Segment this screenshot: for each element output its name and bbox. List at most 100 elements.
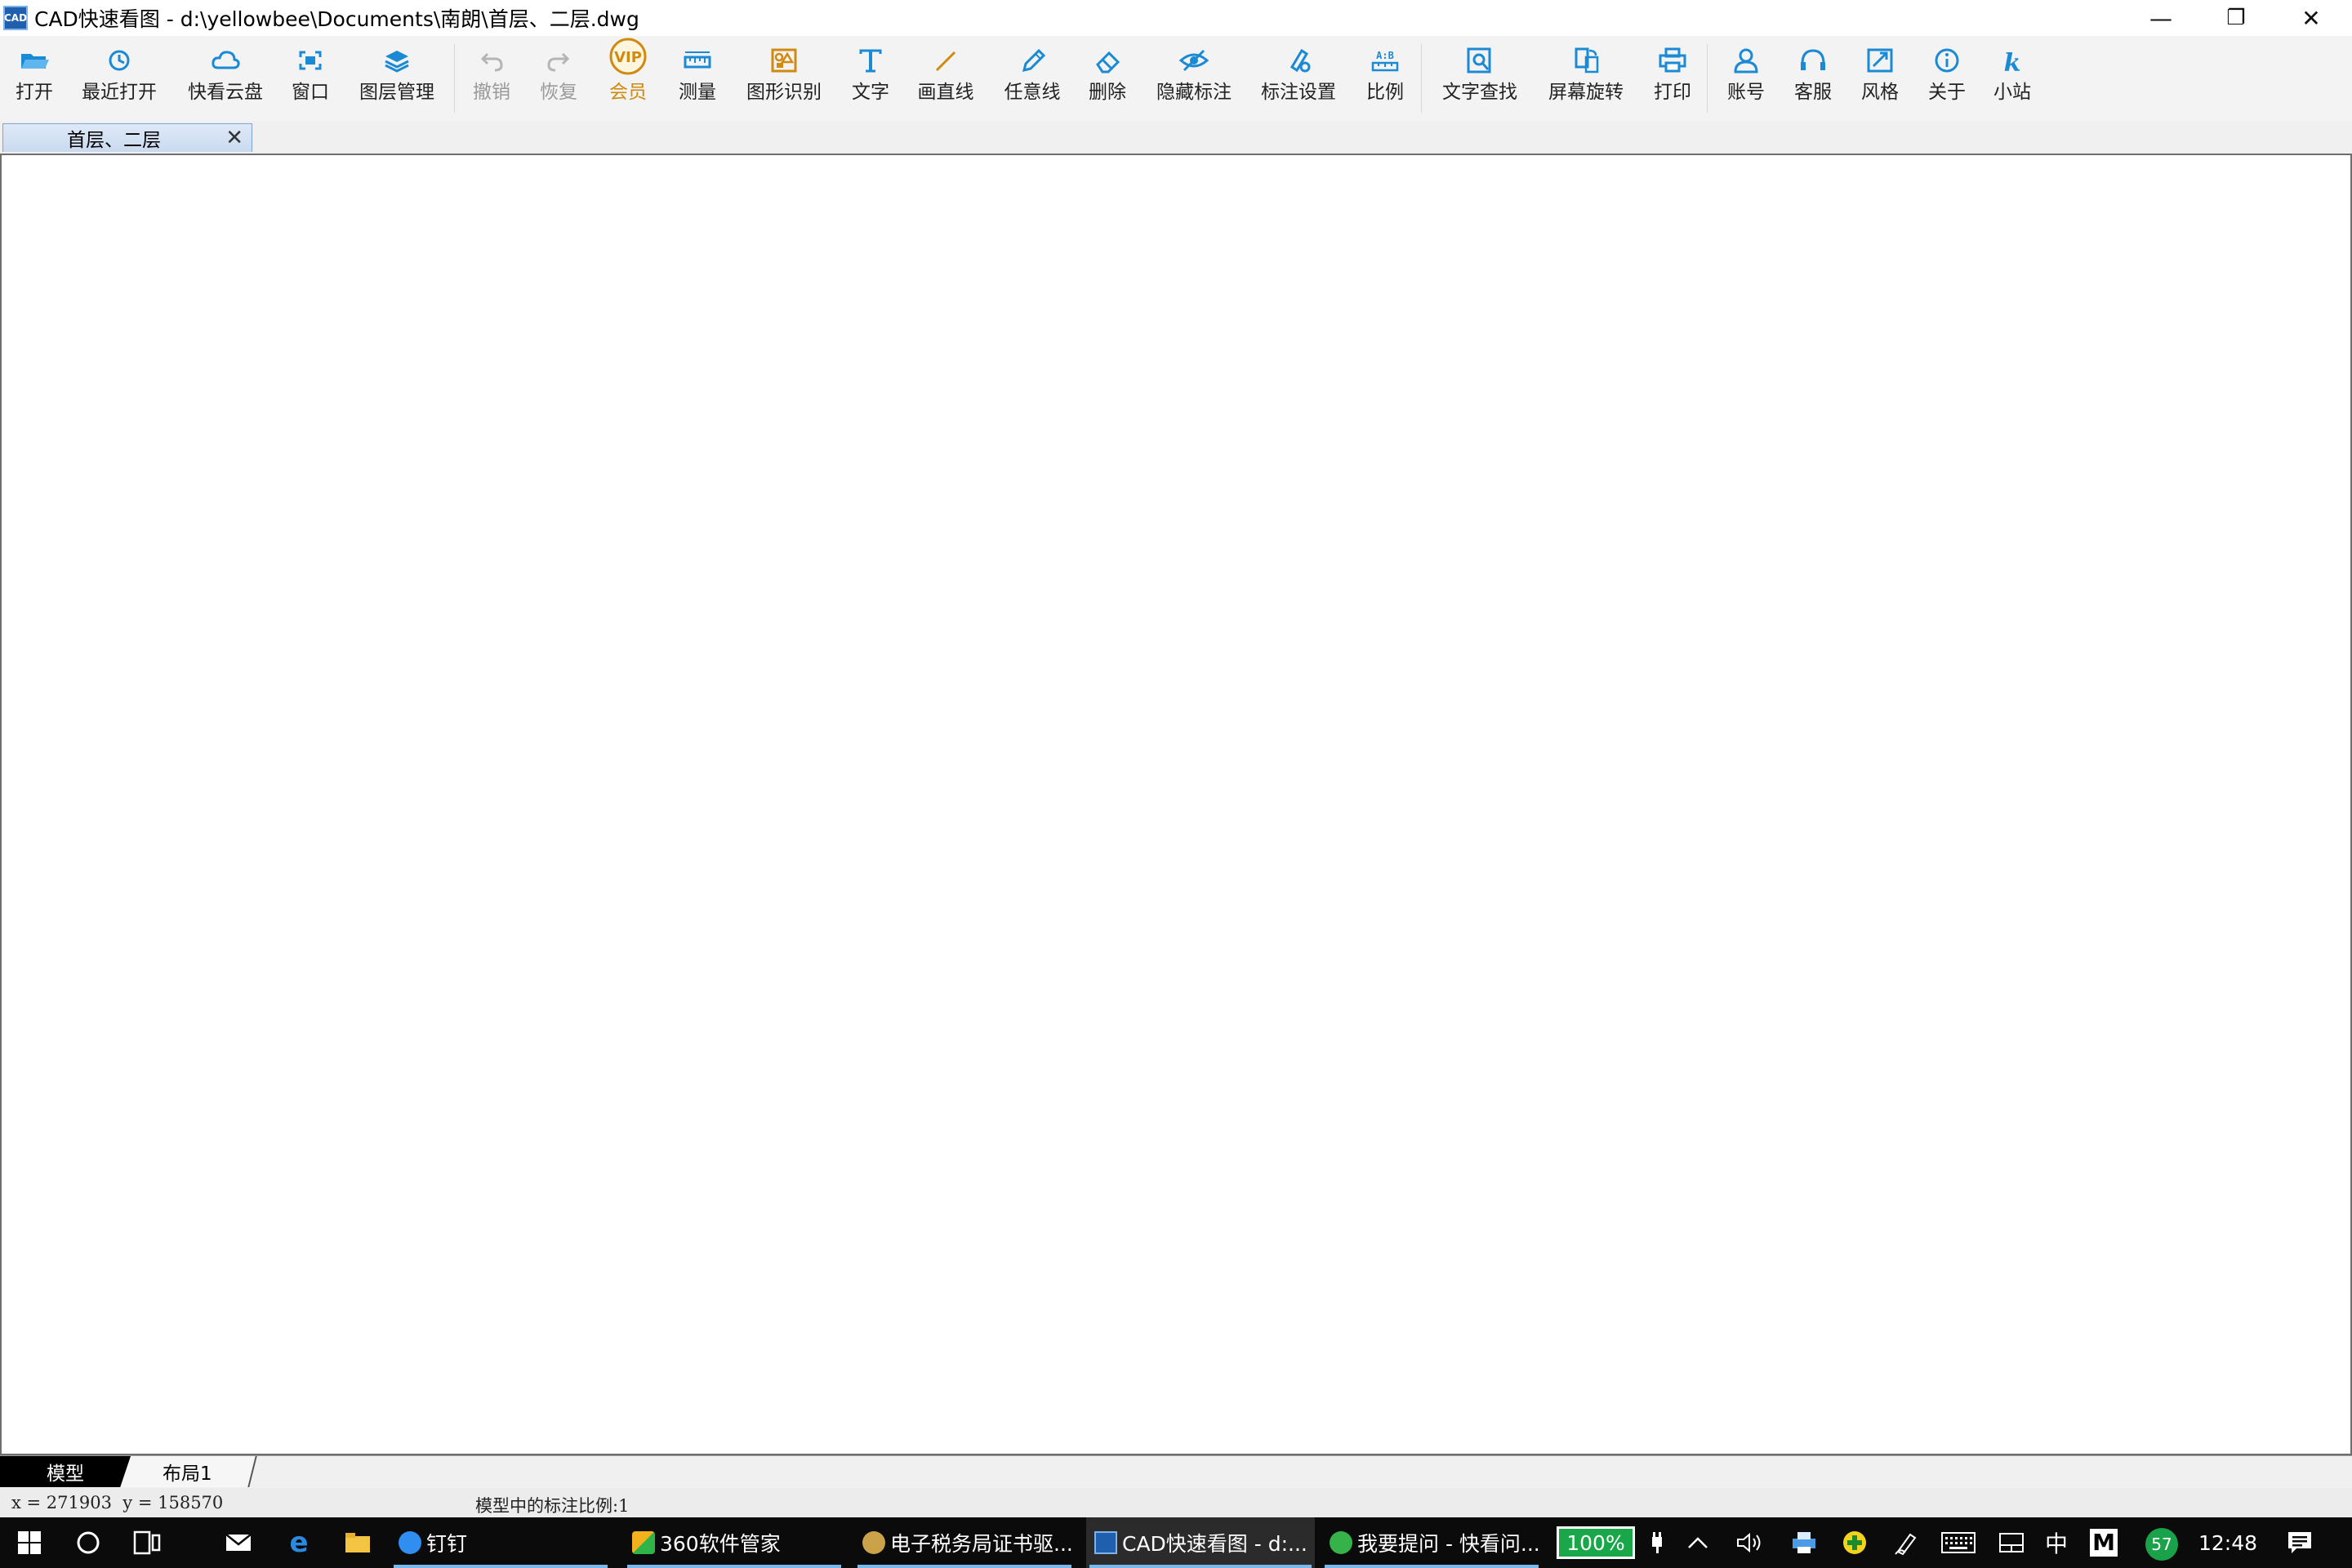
- toolbar-separator: [454, 44, 455, 113]
- toolbar-button[interactable]: A:B 比例: [1362, 36, 1408, 121]
- pen-ink-icon[interactable]: [1890, 1517, 1924, 1568]
- running-indicator: [858, 1565, 1071, 1568]
- window-frame-icon: [287, 36, 333, 78]
- status-bar: x = 271903 y = 158570 模型中的标注比例:1: [0, 1488, 2352, 1517]
- toolbar-button[interactable]: 测量: [675, 36, 720, 121]
- line-icon: [923, 36, 969, 78]
- svg-text:k: k: [2004, 49, 2021, 75]
- toolbar-button-label: 删除: [1089, 82, 1126, 103]
- toolbar-button[interactable]: 快看云盘: [188, 36, 263, 121]
- toolbar-button-label: 标注设置: [1261, 82, 1336, 103]
- toolbar-button-label: 文字: [852, 82, 889, 103]
- toolbar-button[interactable]: VIP 会员: [605, 36, 651, 121]
- text-icon: [848, 36, 893, 78]
- battery-indicator[interactable]: 100%: [1557, 1526, 1635, 1559]
- toolbar-button[interactable]: 恢复: [536, 36, 581, 121]
- toolbar-button-label: 账号: [1727, 82, 1765, 103]
- main-toolbar: 打开 最近打开 快看云盘 窗口 图层管理 撤销 恢复 VIP 会员 测量 图形识别 文字 画直线 任意线 删…: [0, 36, 2352, 121]
- file-explorer-icon[interactable]: [340, 1517, 376, 1568]
- text-search-icon: [1457, 36, 1503, 78]
- eraser-icon: [1085, 36, 1130, 78]
- document-tab-strip: 首层、二层 ✕: [0, 121, 2352, 154]
- toolbar-button-label: 小站: [1993, 82, 2031, 103]
- toolbar-button-label: 图形识别: [746, 82, 822, 103]
- restore-button[interactable]: ❐: [2198, 0, 2274, 36]
- toolbar-button[interactable]: 图形识别: [746, 36, 822, 121]
- toolbar-button[interactable]: 打开: [11, 36, 57, 121]
- close-button[interactable]: ✕: [2274, 0, 2349, 36]
- taskbar-app-label: 360软件管家: [660, 1532, 781, 1556]
- toolbar-button[interactable]: 风格: [1857, 36, 1903, 121]
- k-site-icon: k: [1989, 36, 2035, 78]
- running-indicator: [394, 1565, 608, 1568]
- dingtalk-icon: [399, 1531, 421, 1554]
- system-clock[interactable]: 12:48: [2198, 1517, 2257, 1568]
- toolbar-button[interactable]: 文字: [848, 36, 893, 121]
- toolbar-button-label: 最近打开: [82, 82, 157, 103]
- taskbar-app-label: 我要提问 - 快看问...: [1357, 1532, 1540, 1556]
- tab-model[interactable]: 模型: [0, 1456, 131, 1487]
- toolbar-button-label: 文字查找: [1442, 82, 1517, 103]
- m-app-indicator[interactable]: M: [2087, 1517, 2120, 1568]
- taskbar-app-button[interactable]: 钉钉: [390, 1517, 611, 1568]
- toolbar-button[interactable]: 最近打开: [82, 36, 157, 121]
- toolbar-button[interactable]: k 小站: [1989, 36, 2035, 121]
- security-plus-icon[interactable]: [1838, 1517, 1872, 1568]
- toolbar-button-label: 撤销: [473, 82, 510, 103]
- toolbar-button[interactable]: 任意线: [1004, 36, 1061, 121]
- search-circle-icon[interactable]: [70, 1517, 106, 1568]
- toolbar-button-label: 比例: [1366, 82, 1404, 103]
- toolbar-button-label: 风格: [1861, 82, 1899, 103]
- toolbar-button[interactable]: 标注设置: [1261, 36, 1336, 121]
- redo-icon: [536, 36, 581, 78]
- toolbar-button-label: 隐藏标注: [1156, 82, 1232, 103]
- toolbar-button[interactable]: 客服: [1790, 36, 1836, 121]
- toolbar-button[interactable]: 账号: [1723, 36, 1769, 121]
- ime-chinese-indicator[interactable]: 中: [2042, 1517, 2071, 1568]
- tab-model-label: 模型: [47, 1463, 84, 1485]
- printer-icon: [1650, 36, 1695, 78]
- taskbar-app-button[interactable]: 电子税务局证书驱...: [854, 1517, 1075, 1568]
- minimize-button[interactable]: —: [2123, 0, 2198, 36]
- action-center-icon[interactable]: [2282, 1517, 2318, 1568]
- task-view-icon[interactable]: [129, 1517, 165, 1568]
- power-plug-icon[interactable]: [1643, 1517, 1671, 1568]
- headset-icon: [1790, 36, 1836, 78]
- toolbar-button[interactable]: 关于: [1924, 36, 1970, 121]
- taskbar-app-label: 钉钉: [426, 1532, 468, 1556]
- toolbar-button[interactable]: 文字查找: [1442, 36, 1517, 121]
- windows-start-icon[interactable]: [11, 1517, 47, 1568]
- title-bar: CAD CAD快速看图 - d:\yellowbee\Documents\南朗\…: [0, 0, 2352, 36]
- annotation-settings-icon: [1276, 36, 1321, 78]
- vip-icon: VIP: [605, 36, 651, 78]
- toolbar-button[interactable]: 隐藏标注: [1156, 36, 1232, 121]
- svg-text:VIP: VIP: [614, 49, 642, 66]
- taskbar-app-button[interactable]: 我要提问 - 快看问...: [1321, 1517, 1542, 1568]
- edge-browser-icon[interactable]: e: [281, 1517, 317, 1568]
- toolbar-button[interactable]: 图层管理: [359, 36, 434, 121]
- toolbar-button[interactable]: 打印: [1650, 36, 1695, 121]
- toolbar-button[interactable]: 窗口: [287, 36, 333, 121]
- taskbar-app-button[interactable]: 360软件管家: [624, 1517, 844, 1568]
- tab-layout1-label: 布局1: [162, 1463, 212, 1485]
- tab-layout1[interactable]: 布局1: [118, 1456, 257, 1487]
- toolbar-button[interactable]: 画直线: [918, 36, 974, 121]
- tablet-mode-icon[interactable]: [1994, 1517, 2029, 1568]
- notification-count-badge[interactable]: 57: [2145, 1528, 2178, 1561]
- toolbar-button[interactable]: 删除: [1085, 36, 1130, 121]
- toolbar-button[interactable]: 屏幕旋转: [1548, 36, 1624, 121]
- close-tab-icon[interactable]: ✕: [225, 126, 243, 150]
- toolbar-button-label: 恢复: [540, 82, 577, 103]
- toolbar-button-label: 测量: [679, 82, 716, 103]
- folder-open-icon: [11, 36, 57, 78]
- hide-eye-icon: [1171, 36, 1217, 78]
- volume-icon[interactable]: [1733, 1517, 1767, 1568]
- taskbar-app-button[interactable]: CAD快速看图 - d:...: [1086, 1517, 1315, 1568]
- keyboard-icon[interactable]: [1939, 1517, 1978, 1568]
- toolbar-button[interactable]: 撤销: [469, 36, 514, 121]
- document-tab[interactable]: 首层、二层 ✕: [2, 123, 252, 152]
- drawing-canvas[interactable]: [0, 154, 2352, 1455]
- printer-tray-icon[interactable]: [1787, 1517, 1821, 1568]
- chevron-up-icon[interactable]: [1684, 1517, 1712, 1568]
- mail-icon[interactable]: [220, 1517, 256, 1568]
